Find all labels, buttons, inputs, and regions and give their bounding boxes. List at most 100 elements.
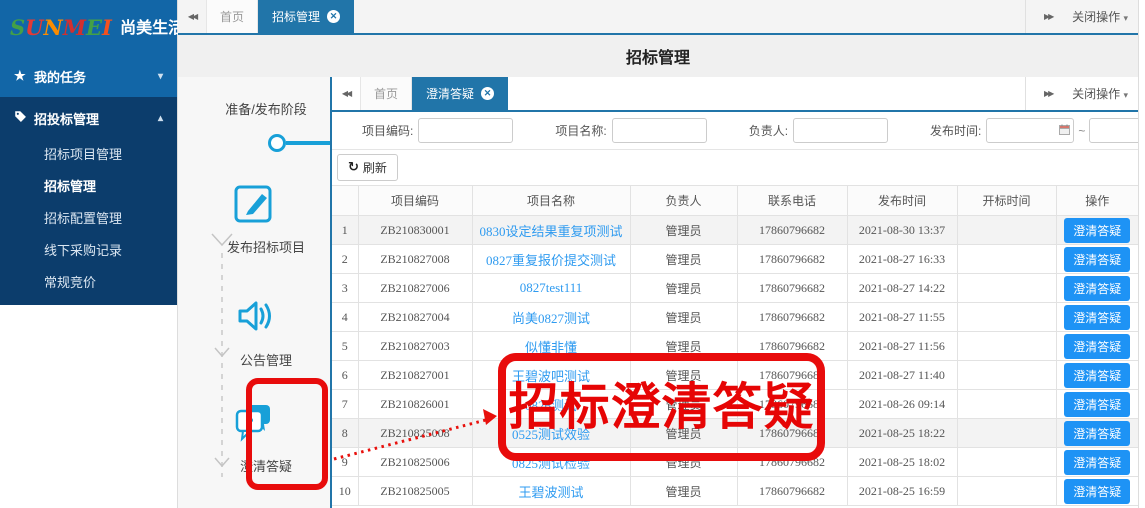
project-name-link[interactable]: 0826测试 [525, 398, 577, 413]
project-name-link[interactable]: 0830设定结果重复项测试 [479, 224, 622, 239]
row-number: 2 [332, 245, 358, 274]
table-body: 1 ZB210830001 0830设定结果重复项测试 管理员 17860796… [332, 216, 1138, 506]
calendar-icon[interactable] [1059, 124, 1070, 138]
table-row: 2 ZB210827008 0827重复报价提交测试 管理员 178607966… [332, 245, 1138, 274]
row-number: 7 [332, 390, 358, 419]
edit-icon[interactable] [178, 181, 330, 228]
close-icon[interactable]: ✕ [481, 87, 494, 100]
row-number: 1 [332, 216, 358, 245]
sidebar-group-label: 我的任务 [34, 67, 86, 86]
publish-time-start-wrap [986, 118, 1074, 143]
owner: 管理员 [630, 477, 737, 506]
refresh-icon: ↻ [348, 160, 359, 175]
row-number: 8 [332, 419, 358, 448]
project-name-link[interactable]: 似懂非懂 [525, 340, 577, 355]
table-row: 4 ZB210827004 尚美0827测试 管理员 17860796682 2… [332, 303, 1138, 332]
clarify-action-button[interactable]: 澄清答疑 [1064, 392, 1130, 417]
project-name-link[interactable]: 0827test111 [520, 280, 583, 295]
sidebar-group-my-tasks[interactable]: ★ 我的任务 ▾ [0, 55, 177, 97]
tabs-scroll-right-icon[interactable]: ▶▶ [1034, 89, 1062, 98]
publish-time-end-input[interactable] [1089, 118, 1145, 143]
row-number: 4 [332, 303, 358, 332]
refresh-button[interactable]: ↻ 刷新 [337, 154, 398, 181]
owner: 管理员 [630, 361, 737, 390]
star-icon: ★ [14, 68, 34, 84]
publish-time: 2021-08-30 13:37 [847, 216, 957, 245]
sidebar-item-bid-project-mgmt[interactable]: 招标项目管理 [0, 139, 177, 171]
tabs-scroll-left-icon[interactable]: ◀◀ [178, 0, 206, 33]
project-name-link[interactable]: 王碧波测试 [518, 485, 583, 500]
date-range-separator: ~ [1078, 124, 1085, 138]
publish-time-end-wrap [1089, 118, 1145, 143]
project-name-link[interactable]: 0525测试效验 [512, 427, 590, 442]
phone: 17860796682 [737, 390, 847, 419]
project-name-link[interactable]: 0827重复报价提交测试 [486, 253, 616, 268]
project-name-input[interactable] [612, 118, 707, 143]
tabs-scroll-right-icon[interactable]: ▶▶ [1034, 12, 1062, 21]
workflow-stage-label: 准备/发布阶段 [202, 99, 330, 118]
open-time [957, 245, 1056, 274]
project-code: ZB210827003 [358, 332, 472, 361]
sidebar-item-bid-mgmt[interactable]: 招标管理 [0, 171, 177, 203]
project-code-input[interactable] [418, 118, 513, 143]
sidebar-item-bid-config-mgmt[interactable]: 招标配置管理 [0, 203, 177, 235]
project-code: ZB210830001 [358, 216, 472, 245]
clarify-action-button[interactable]: 澄清答疑 [1064, 363, 1130, 388]
col-open-time: 开标时间 [957, 186, 1056, 216]
speaker-icon[interactable] [178, 295, 330, 340]
clarify-action-button[interactable]: 澄清答疑 [1064, 276, 1130, 301]
publish-time: 2021-08-25 18:22 [847, 419, 957, 448]
sidebar: SUNMEI 尚美生活 ★ 我的任务 ▾ 招投标管理 ▴ 招标项目管理 招标管理… [0, 0, 178, 508]
clarify-action-button[interactable]: 澄清答疑 [1064, 305, 1130, 330]
col-owner: 负责人 [630, 186, 737, 216]
open-time [957, 477, 1056, 506]
tag-icon [14, 110, 34, 126]
brand-name: 尚美生活 [120, 20, 184, 37]
open-time [957, 216, 1056, 245]
clarify-action-button[interactable]: 澄清答疑 [1064, 334, 1130, 359]
clarify-action-button[interactable]: 澄清答疑 [1064, 421, 1130, 446]
owner-input[interactable] [793, 118, 888, 143]
project-name-link[interactable]: 尚美0827测试 [512, 311, 590, 326]
project-name-link[interactable]: 0825测试检验 [512, 456, 590, 471]
publish-time: 2021-08-27 11:55 [847, 303, 957, 332]
open-time [957, 332, 1056, 361]
chat-question-icon[interactable]: ? [178, 399, 330, 448]
publish-time: 2021-08-26 09:14 [847, 390, 957, 419]
workflow-stage-node-line [286, 141, 330, 145]
table-row: 8 ZB210825008 0525测试效验 管理员 17860796682 2… [332, 419, 1138, 448]
clarify-action-button[interactable]: 澄清答疑 [1064, 479, 1130, 504]
project-code-label: 项目编码: [362, 122, 413, 139]
sidebar-item-offline-purchase[interactable]: 线下采购记录 [0, 235, 177, 267]
inner-tab-clarification[interactable]: 澄清答疑 ✕ [412, 77, 508, 110]
chevron-up-icon: ▴ [158, 113, 163, 124]
workflow-step-announcement[interactable]: 公告管理 [202, 350, 330, 369]
sidebar-item-regular-bidding[interactable]: 常规竞价 [0, 267, 177, 299]
project-code: ZB210827006 [358, 274, 472, 303]
workflow-step-clarification[interactable]: 澄清答疑 [202, 456, 330, 475]
project-code: ZB210827004 [358, 303, 472, 332]
clarify-action-button[interactable]: 澄清答疑 [1064, 247, 1130, 272]
publish-time: 2021-08-27 16:33 [847, 245, 957, 274]
clarify-action-button[interactable]: 澄清答疑 [1064, 450, 1130, 475]
svg-text:?: ? [245, 414, 254, 430]
close-operations-dropdown[interactable]: 关闭操作 ▾ [1072, 85, 1128, 102]
owner: 管理员 [630, 216, 737, 245]
workflow-stage-node [268, 134, 286, 152]
row-number: 9 [332, 448, 358, 477]
table-row: 5 ZB210827003 似懂非懂 管理员 17860796682 2021-… [332, 332, 1138, 361]
tabs-scroll-left-icon[interactable]: ◀◀ [332, 77, 360, 110]
phone: 17860796682 [737, 303, 847, 332]
tab-bid-mgmt[interactable]: 招标管理 ✕ [258, 0, 354, 33]
tab-home[interactable]: 首页 [206, 0, 258, 33]
table-toolbar: ↻ 刷新 [332, 150, 1138, 185]
clarify-action-button[interactable]: 澄清答疑 [1064, 218, 1130, 243]
close-operations-dropdown[interactable]: 关闭操作 ▾ [1072, 8, 1128, 25]
scrollbar-gutter[interactable] [1138, 0, 1145, 508]
workflow-step-publish[interactable]: 发布招标项目 [202, 237, 330, 256]
sidebar-group-bidding[interactable]: 招投标管理 ▴ [0, 97, 177, 139]
project-name-link[interactable]: 王碧波吧测试 [512, 369, 590, 384]
close-icon[interactable]: ✕ [327, 10, 340, 23]
projects-table: 项目编码 项目名称 负责人 联系电话 发布时间 开标时间 操作 1 ZB2108… [332, 185, 1138, 506]
inner-tab-home[interactable]: 首页 [360, 77, 412, 110]
